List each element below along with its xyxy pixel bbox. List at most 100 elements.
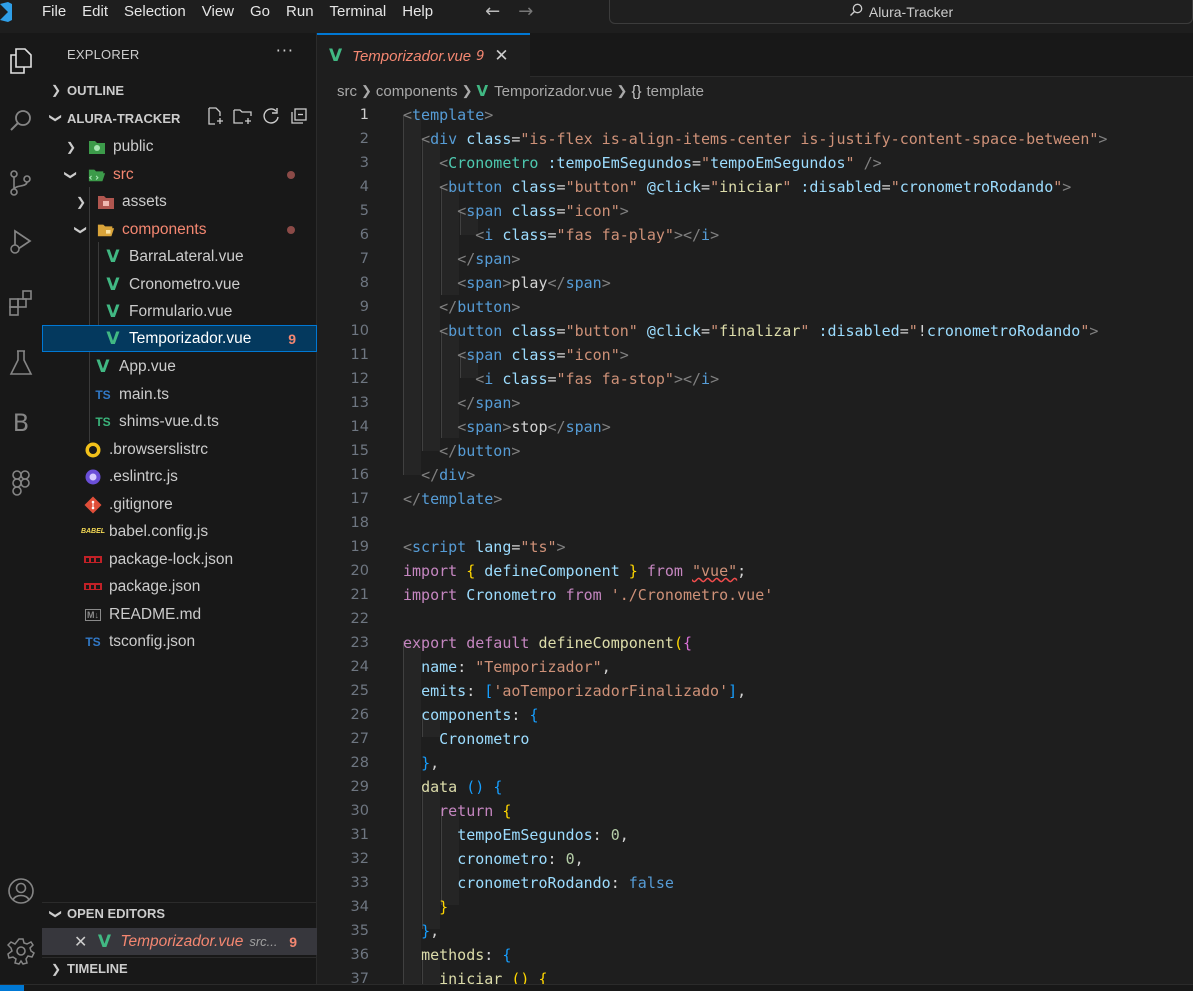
menu-run[interactable]: Run bbox=[278, 0, 322, 24]
new-folder-icon[interactable] bbox=[233, 107, 253, 129]
open-editor-temporizador[interactable]: ✕ V Temporizador.vue src... 9 bbox=[42, 928, 317, 955]
tree-file-barralateral[interactable]: V BarraLateral.vue bbox=[42, 243, 317, 270]
tree-file-readme[interactable]: M↓ README.md bbox=[42, 601, 317, 628]
project-section-header[interactable]: ❯ ALURA-TRACKER bbox=[42, 107, 317, 129]
breadcrumb-components[interactable]: components bbox=[376, 83, 458, 100]
close-icon[interactable]: ✕ bbox=[74, 932, 87, 952]
tree-folder-public[interactable]: ❯ public bbox=[42, 133, 317, 160]
tree-file-cronometro[interactable]: V Cronometro.vue bbox=[42, 271, 317, 298]
assets-folder-icon bbox=[97, 193, 115, 211]
account-icon[interactable] bbox=[0, 869, 42, 913]
menu-help[interactable]: Help bbox=[394, 0, 441, 24]
code-line: 36 methods: { bbox=[350, 946, 512, 964]
outline-section-header[interactable]: ❯ OUTLINE bbox=[42, 79, 317, 101]
menu-selection[interactable]: Selection bbox=[116, 0, 194, 24]
extensions-icon[interactable] bbox=[0, 281, 42, 325]
tab-temporizador[interactable]: V Temporizador.vue 9 ✕ bbox=[317, 33, 530, 77]
tree-file-temporizador[interactable]: V Temporizador.vue 9 bbox=[42, 325, 317, 352]
more-actions-icon[interactable]: ··· bbox=[276, 41, 294, 60]
b-extension-icon[interactable]: B bbox=[0, 401, 42, 445]
code-line: 15 </button> bbox=[350, 442, 521, 460]
forward-arrow-icon[interactable]: → bbox=[518, 0, 533, 24]
chevron-down-icon: ❯ bbox=[49, 908, 63, 919]
markdown-file-icon: M↓ bbox=[85, 608, 101, 621]
code-line: 6 <i class="fas fa-play"></i> bbox=[359, 226, 720, 244]
tree-folder-src[interactable]: ❯ src bbox=[42, 161, 317, 188]
tree-file-babel[interactable]: BABEL babel.config.js bbox=[42, 518, 317, 545]
npm-file-icon bbox=[84, 551, 102, 569]
tree-folder-components[interactable]: ❯ components bbox=[42, 216, 317, 243]
tree-file-shims[interactable]: TS shims-vue.d.ts bbox=[42, 408, 317, 435]
tree-file-package[interactable]: package.json bbox=[42, 573, 317, 600]
code-line: 16 </div> bbox=[350, 466, 476, 484]
explorer-sidebar: EXPLORER ··· ❯ OUTLINE ❯ ALURA-TRACKER ❯ bbox=[42, 33, 317, 988]
explorer-icon[interactable] bbox=[0, 39, 42, 83]
typescript-def-file-icon: TS bbox=[95, 414, 111, 429]
code-line: 13 </span> bbox=[350, 394, 521, 412]
figma-icon[interactable] bbox=[0, 461, 42, 505]
tree-file-tsconfig[interactable]: TS tsconfig.json bbox=[42, 628, 317, 655]
chevron-right-icon: ❯ bbox=[65, 139, 77, 154]
settings-gear-icon[interactable] bbox=[0, 929, 42, 973]
menu-file[interactable]: File bbox=[34, 0, 74, 24]
tree-file-main-ts[interactable]: TS main.ts bbox=[42, 381, 317, 408]
tree-folder-assets[interactable]: ❯ assets bbox=[42, 188, 317, 215]
editor-area: V Temporizador.vue 9 ✕ src ❯ components … bbox=[317, 33, 1193, 988]
menu-bar: File Edit Selection View Go Run Terminal… bbox=[34, 0, 441, 24]
vue-file-icon: V bbox=[106, 301, 120, 322]
menu-go[interactable]: Go bbox=[242, 0, 278, 24]
modified-dot bbox=[287, 170, 295, 179]
code-line: 28 }, bbox=[350, 754, 440, 772]
close-tab-icon[interactable]: ✕ bbox=[494, 46, 508, 66]
menu-view[interactable]: View bbox=[194, 0, 242, 24]
src-folder-icon bbox=[88, 166, 106, 184]
chevron-right-icon: ❯ bbox=[50, 83, 62, 97]
tab-bar: V Temporizador.vue 9 ✕ bbox=[317, 33, 1193, 77]
tree-file-app[interactable]: V App.vue bbox=[42, 353, 317, 380]
new-file-icon[interactable] bbox=[205, 107, 225, 129]
back-arrow-icon[interactable]: ← bbox=[485, 0, 500, 24]
code-line: 23 export default defineComponent({ bbox=[350, 634, 692, 652]
git-file-icon bbox=[84, 496, 102, 514]
chevron-down-icon: ❯ bbox=[49, 112, 63, 124]
search-icon[interactable] bbox=[0, 99, 42, 143]
code-line: 2 <div class="is-flex is-align-items-cen… bbox=[359, 130, 1108, 148]
code-line: 35 }, bbox=[350, 922, 440, 940]
open-editors-section-header[interactable]: ❯ OPEN EDITORS bbox=[42, 902, 317, 924]
menu-terminal[interactable]: Terminal bbox=[322, 0, 395, 24]
code-line: 33 cronometroRodando: false bbox=[350, 874, 674, 892]
vue-file-icon: V bbox=[106, 246, 120, 267]
code-line: 19 <script lang="ts"> bbox=[350, 538, 566, 556]
code-line: 3 <Cronometro :tempoEmSegundos="tempoEmS… bbox=[359, 154, 882, 172]
breadcrumb-template[interactable]: template bbox=[646, 83, 704, 100]
code-line: 5 <span class="icon"> bbox=[359, 202, 629, 220]
code-line: 30 return { bbox=[350, 802, 512, 820]
vscode-logo-icon bbox=[0, 0, 26, 24]
code-editor[interactable]: 1 <template> 2 <div class="is-flex is-ali… bbox=[317, 103, 1193, 988]
chevron-down-icon: ❯ bbox=[64, 169, 78, 180]
source-control-icon[interactable] bbox=[0, 161, 42, 205]
tree-file-browserslistrc[interactable]: .browserslistrc bbox=[42, 436, 317, 463]
refresh-icon[interactable] bbox=[261, 107, 281, 129]
chevron-right-icon: ❯ bbox=[75, 194, 87, 209]
status-bar bbox=[0, 984, 1193, 991]
remote-indicator[interactable] bbox=[0, 985, 24, 991]
tree-file-package-lock[interactable]: package-lock.json bbox=[42, 546, 317, 573]
code-line: 11 <span class="icon"> bbox=[350, 346, 629, 364]
search-icon bbox=[849, 3, 863, 21]
tree-file-eslintrc[interactable]: .eslintrc.js bbox=[42, 463, 317, 490]
tree-file-formulario[interactable]: V Formulario.vue bbox=[42, 298, 317, 325]
code-line: 31 tempoEmSegundos: 0, bbox=[350, 826, 629, 844]
command-center-search[interactable]: Alura-Tracker bbox=[609, 0, 1193, 24]
breadcrumb-src[interactable]: src bbox=[337, 83, 357, 100]
menu-edit[interactable]: Edit bbox=[74, 0, 116, 24]
chevron-right-icon: ❯ bbox=[361, 83, 372, 98]
run-debug-icon[interactable] bbox=[0, 219, 42, 263]
timeline-section-header[interactable]: ❯ TIMELINE bbox=[42, 957, 317, 979]
collapse-all-icon[interactable] bbox=[289, 107, 309, 129]
breadcrumb-file[interactable]: Temporizador.vue bbox=[494, 83, 612, 100]
testing-icon[interactable] bbox=[0, 341, 42, 385]
tree-file-gitignore[interactable]: .gitignore bbox=[42, 491, 317, 518]
chevron-right-icon: ❯ bbox=[616, 83, 628, 98]
code-line: 22 bbox=[350, 611, 369, 627]
